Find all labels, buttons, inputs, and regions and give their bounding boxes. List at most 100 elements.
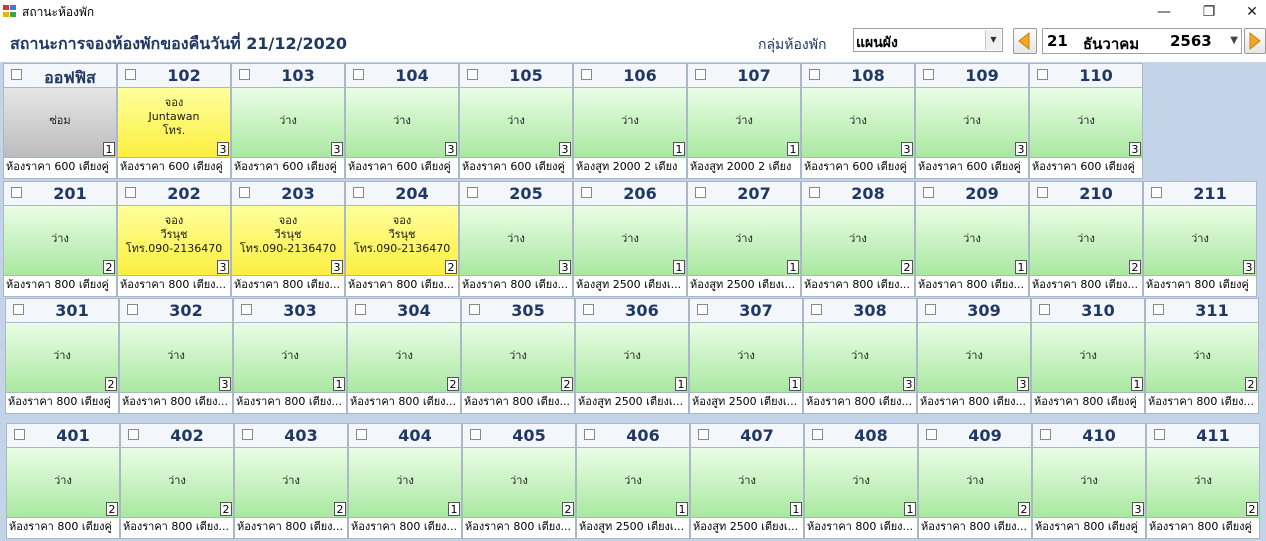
room-status-area[interactable]: ว่าง 3 [460,88,572,158]
room-card[interactable]: 404 ว่าง 1 ห้องราคา 800 เตียง... [348,423,462,539]
room-group-select[interactable]: แผนผัง ▼ [853,28,1003,52]
room-select-checkbox[interactable] [925,304,936,315]
room-card[interactable]: ออฟฟิส ซ่อม 1 ห้องราคา 600 เตียงคู่ [3,63,117,179]
room-select-checkbox[interactable] [1153,304,1164,315]
room-select-checkbox[interactable] [11,187,22,198]
room-status-area[interactable]: ว่าง 1 [349,448,461,518]
room-card[interactable]: 311 ว่าง 2 ห้องราคา 800 เตียง... [1145,298,1259,414]
room-status-area[interactable]: ว่าง 3 [1144,206,1256,276]
room-select-checkbox[interactable] [467,69,478,80]
room-status-area[interactable]: จอง วีรนุช โทร.090-2136470 2 [346,206,458,276]
room-select-checkbox[interactable] [583,304,594,315]
date-picker[interactable]: 21 ธันวาคม 2563 ▼ [1042,28,1242,54]
minimize-button[interactable]: — [1150,2,1178,22]
room-card[interactable]: 107 ว่าง 1 ห้องสูท 2000 2 เตียง [687,63,801,179]
room-select-checkbox[interactable] [1040,429,1051,440]
room-status-area[interactable]: ว่าง 1 [576,323,688,393]
chevron-down-icon[interactable]: ▼ [1230,35,1238,46]
room-select-checkbox[interactable] [241,304,252,315]
room-select-checkbox[interactable] [353,69,364,80]
room-select-checkbox[interactable] [13,304,24,315]
room-status-area[interactable]: ว่าง 1 [691,448,803,518]
room-card[interactable]: 401 ว่าง 2 ห้องราคา 800 เตียงคู่ [6,423,120,539]
room-status-area[interactable]: ว่าง 1 [690,323,802,393]
room-status-area[interactable]: จอง วีรนุช โทร.090-2136470 3 [232,206,344,276]
room-card[interactable]: 110 ว่าง 3 ห้องราคา 600 เตียงคู่ [1029,63,1143,179]
room-select-checkbox[interactable] [809,187,820,198]
room-select-checkbox[interactable] [695,187,706,198]
room-status-area[interactable]: ว่าง 1 [234,323,346,393]
room-card[interactable]: 103 ว่าง 3 ห้องราคา 600 เตียงคู่ [231,63,345,179]
room-status-area[interactable]: ว่าง 3 [1033,448,1145,518]
room-card[interactable]: 204 จอง วีรนุช โทร.090-2136470 2 ห้องราคา 8… [345,181,459,297]
room-select-checkbox[interactable] [1039,304,1050,315]
prev-day-button[interactable] [1013,28,1037,54]
room-card[interactable]: 106 ว่าง 1 ห้องสูท 2000 2 เตียง [573,63,687,179]
room-card[interactable]: 411 ว่าง 2 ห้องราคา 800 เตียงคู่ [1146,423,1260,539]
room-card[interactable]: 308 ว่าง 3 ห้องราคา 800 เตียง... [803,298,917,414]
room-status-area[interactable]: ว่าง 3 [120,323,232,393]
room-status-area[interactable]: ว่าง 2 [7,448,119,518]
room-status-area[interactable]: ว่าง 3 [460,206,572,276]
room-card[interactable]: 405 ว่าง 2 ห้องราคา 800 เตียง... [462,423,576,539]
room-status-area[interactable]: ว่าง 2 [121,448,233,518]
room-status-area[interactable]: ว่าง 2 [6,323,118,393]
room-select-checkbox[interactable] [470,429,481,440]
room-select-checkbox[interactable] [923,187,934,198]
room-card[interactable]: 306 ว่าง 1 ห้องสูท 2500 เตียงเ... [575,298,689,414]
room-card[interactable]: 209 ว่าง 1 ห้องราคา 800 เตียง... [915,181,1029,297]
chevron-down-icon[interactable]: ▼ [985,30,1001,50]
room-card[interactable]: 102 จอง Juntawan โทร. 3 ห้องราคา 600 เตียงค… [117,63,231,179]
room-select-checkbox[interactable] [125,187,136,198]
room-status-area[interactable]: ว่าง 1 [1032,323,1144,393]
room-status-area[interactable]: ว่าง 1 [577,448,689,518]
next-day-button[interactable] [1244,28,1266,54]
room-card[interactable]: 205 ว่าง 3 ห้องราคา 800 เตียง... [459,181,573,297]
room-card[interactable]: 301 ว่าง 2 ห้องราคา 800 เตียงคู่ [5,298,119,414]
room-select-checkbox[interactable] [127,304,138,315]
close-button[interactable]: ✕ [1238,2,1266,22]
room-select-checkbox[interactable] [125,69,136,80]
room-status-area[interactable]: ว่าง 2 [1147,448,1259,518]
room-card[interactable]: 206 ว่าง 1 ห้องสูท 2500 เตียงเ... [573,181,687,297]
room-card[interactable]: 105 ว่าง 3 ห้องราคา 600 เตียงคู่ [459,63,573,179]
room-select-checkbox[interactable] [353,187,364,198]
room-status-area[interactable]: ว่าง 1 [574,206,686,276]
room-card[interactable]: 408 ว่าง 1 ห้องราคา 800 เตียง... [804,423,918,539]
room-select-checkbox[interactable] [584,429,595,440]
room-select-checkbox[interactable] [1037,69,1048,80]
room-status-area[interactable]: ว่าง 2 [919,448,1031,518]
room-card[interactable]: 407 ว่าง 1 ห้องสูท 2500 เตียงเ... [690,423,804,539]
room-card[interactable]: 210 ว่าง 2 ห้องราคา 800 เตียง... [1029,181,1143,297]
room-card[interactable]: 403 ว่าง 2 ห้องราคา 800 เตียง... [234,423,348,539]
room-card[interactable]: 302 ว่าง 3 ห้องราคา 800 เตียง... [119,298,233,414]
room-select-checkbox[interactable] [1154,429,1165,440]
restore-button[interactable]: ❐ [1195,2,1223,22]
room-status-area[interactable]: จอง Juntawan โทร. 3 [118,88,230,158]
room-select-checkbox[interactable] [128,429,139,440]
room-status-area[interactable]: ว่าง 1 [916,206,1028,276]
room-card[interactable]: 307 ว่าง 1 ห้องสูท 2500 เตียงเ... [689,298,803,414]
room-status-area[interactable]: ว่าง 3 [802,88,914,158]
room-status-area[interactable]: ว่าง 2 [235,448,347,518]
room-select-checkbox[interactable] [467,187,478,198]
room-select-checkbox[interactable] [581,69,592,80]
room-status-area[interactable]: ว่าง 2 [1030,206,1142,276]
room-status-area[interactable]: ว่าง 2 [463,448,575,518]
room-card[interactable]: 104 ว่าง 3 ห้องราคา 600 เตียงคู่ [345,63,459,179]
room-select-checkbox[interactable] [355,304,366,315]
room-select-checkbox[interactable] [356,429,367,440]
room-status-area[interactable]: ว่าง 1 [805,448,917,518]
room-select-checkbox[interactable] [239,187,250,198]
room-card[interactable]: 202 จอง วีรนุช โทร.090-2136470 3 ห้องราคา 8… [117,181,231,297]
room-select-checkbox[interactable] [14,429,25,440]
room-card[interactable]: 109 ว่าง 3 ห้องราคา 600 เตียงคู่ [915,63,1029,179]
room-select-checkbox[interactable] [1037,187,1048,198]
room-status-area[interactable]: ว่าง 3 [346,88,458,158]
room-status-area[interactable]: ว่าง 3 [1030,88,1142,158]
room-status-area[interactable]: ว่าง 1 [688,88,800,158]
room-select-checkbox[interactable] [469,304,480,315]
room-status-area[interactable]: ซ่อม 1 [4,88,116,158]
room-card[interactable]: 303 ว่าง 1 ห้องราคา 800 เตียง... [233,298,347,414]
room-card[interactable]: 305 ว่าง 2 ห้องราคา 800 เตียง... [461,298,575,414]
